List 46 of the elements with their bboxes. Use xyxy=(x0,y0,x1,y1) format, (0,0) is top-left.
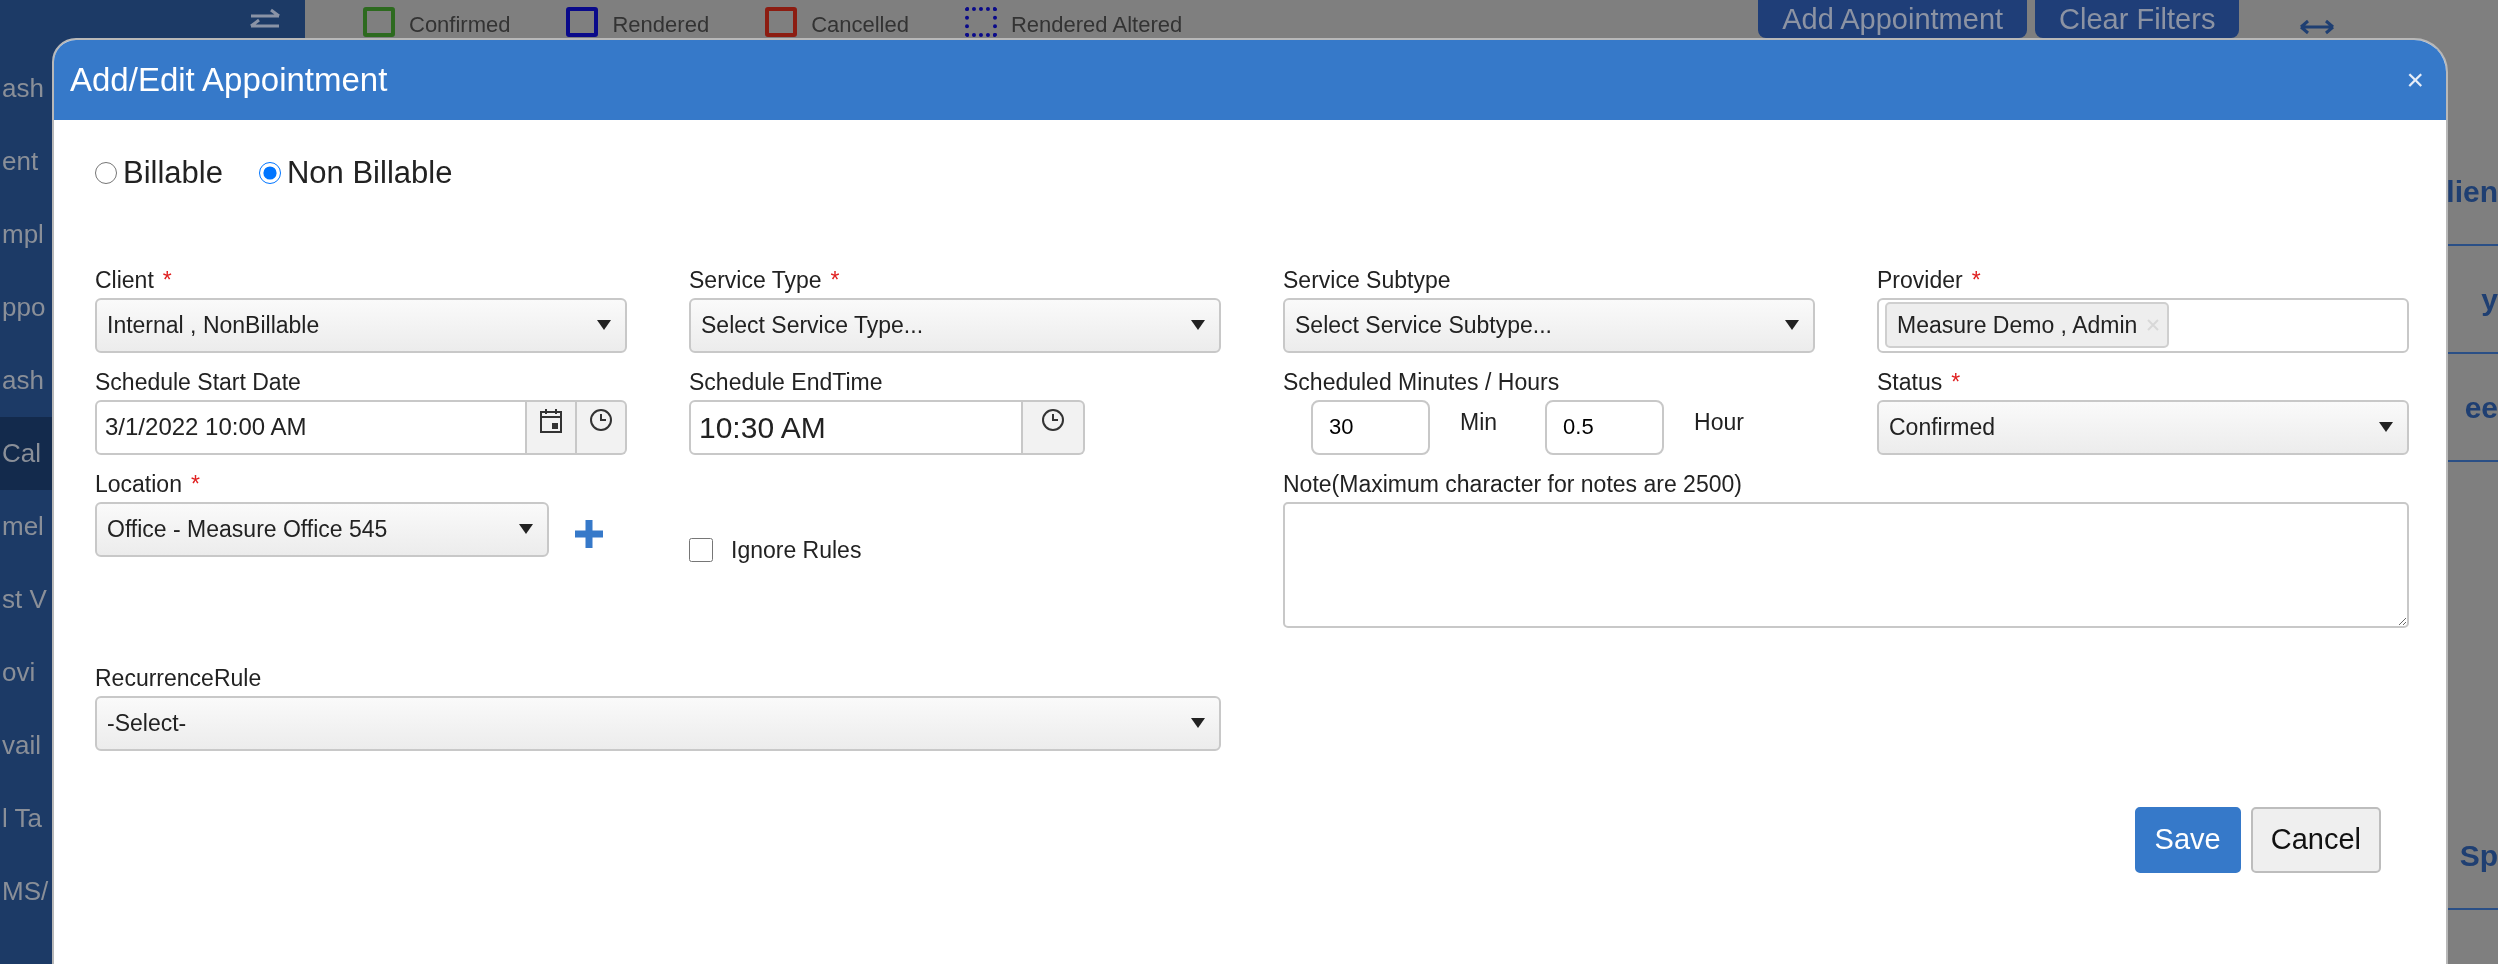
legend-label: Cancelled xyxy=(811,11,909,39)
legend-label: Confirmed xyxy=(409,11,511,39)
field-label: Service Type xyxy=(689,266,822,293)
select-field[interactable]: Select Service Subtype... xyxy=(1283,297,1815,353)
required-mark: * xyxy=(1971,266,1981,293)
minutes-field[interactable]: 30 xyxy=(1311,399,1430,455)
select-field[interactable]: Select Service Type... xyxy=(689,297,1221,353)
field-label: Note(Maximum character for notes are 2500) xyxy=(1283,470,1742,497)
close-button[interactable]: × xyxy=(2400,65,2430,95)
panel-link[interactable]: Sp xyxy=(2459,832,2498,878)
panel-link[interactable]: y xyxy=(2481,276,2498,322)
required-mark: * xyxy=(1951,368,1961,395)
radio-label: Billable xyxy=(123,154,223,192)
field-label: Provider xyxy=(1877,266,1963,293)
required-mark: * xyxy=(830,266,840,293)
select-field[interactable]: Internal , NonBillable xyxy=(95,297,627,353)
field-label: Schedule EndTime xyxy=(689,368,883,395)
legend-label: Rendered Altered xyxy=(1010,11,1183,39)
hours-field[interactable]: 0.5 xyxy=(1545,399,1665,455)
required-mark: * xyxy=(162,266,172,293)
field-label: Status xyxy=(1877,368,1943,395)
toolbar-button[interactable]: Clear Filters xyxy=(2035,0,2240,38)
legend-label: Rendered xyxy=(612,11,710,39)
save-button[interactable]: Save xyxy=(2134,806,2241,873)
select-field[interactable]: Office - Measure Office 545 xyxy=(95,501,549,557)
radio-label: Non Billable xyxy=(286,154,453,192)
field-label: Client xyxy=(95,266,154,293)
field-label: Service Subtype xyxy=(1283,266,1451,293)
dialog-title: Add/Edit Appointment xyxy=(70,60,388,101)
date-time-field[interactable]: 3/1/2022 10:00 AM xyxy=(95,399,527,455)
tag-input-field[interactable]: Measure Demo , Admin xyxy=(1877,297,2409,353)
field-label: Schedule Start Date xyxy=(95,368,301,395)
select-field[interactable]: Confirmed xyxy=(1877,399,2409,455)
field-label: Location xyxy=(95,470,182,497)
toolbar-button[interactable]: Add Appointment xyxy=(1758,0,2028,38)
field-label: Scheduled Minutes / Hours xyxy=(1283,368,1560,395)
checkbox-label: Ignore Rules xyxy=(731,535,862,565)
required-mark: * xyxy=(190,470,200,497)
field-label: RecurrenceRule xyxy=(95,664,262,691)
provider-tag[interactable]: Measure Demo , Admin xyxy=(1885,301,2170,349)
panel-link[interactable]: ee xyxy=(2464,384,2498,430)
select-field[interactable]: -Select- xyxy=(95,695,1221,751)
cancel-button[interactable]: Cancel xyxy=(2250,806,2381,873)
unit-label: Hour xyxy=(1694,407,1744,437)
time-field[interactable]: 10:30 AM xyxy=(689,399,1023,455)
unit-label: Min xyxy=(1460,407,1498,437)
